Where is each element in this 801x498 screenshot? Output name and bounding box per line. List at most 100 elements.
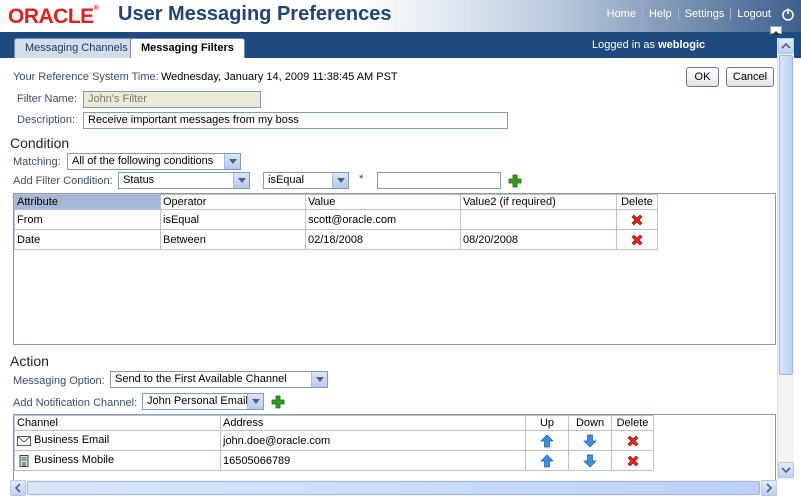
description-input[interactable]: Receive important messages from my boss (83, 112, 508, 129)
ref-time-label: Your Reference System Time: (13, 71, 159, 83)
down-cell (568, 430, 612, 451)
chevron-down-icon (247, 394, 263, 409)
table-row[interactable]: Business Email john.doe@oracle.com (14, 430, 654, 451)
delete-cell (616, 209, 658, 230)
arrow-up-icon[interactable] (540, 454, 554, 468)
arrow-up-icon[interactable] (540, 434, 554, 448)
matching-select[interactable]: All of the following conditions (67, 153, 241, 170)
username: weblogic (658, 39, 706, 51)
scroll-thumb[interactable] (779, 55, 793, 375)
chevron-down-icon (781, 467, 791, 474)
home-link[interactable]: Home (601, 8, 642, 20)
ok-button[interactable]: OK (686, 67, 719, 87)
arrow-down-icon[interactable] (583, 434, 597, 448)
up-cell (525, 430, 569, 451)
collapse-header-button[interactable] (770, 26, 782, 35)
column-header-delete: Delete (611, 415, 654, 431)
column-header-down: Down (568, 415, 612, 431)
chevron-left-icon (14, 483, 21, 493)
channel-cell: Business Email (14, 430, 221, 451)
help-link[interactable]: Help (641, 8, 678, 20)
add-filter-condition-label: Add Filter Condition: (13, 175, 113, 187)
filter-form: Your Reference System Time: Wednesday, J… (0, 58, 777, 480)
app-header: ORACLE® User Messaging Preferences Home … (0, 0, 801, 32)
column-header-channel[interactable]: Channel (14, 415, 221, 431)
attribute-cell: From (14, 209, 161, 230)
mail-icon (17, 435, 31, 446)
delete-icon[interactable] (626, 454, 640, 468)
value-cell: scott@oracle.com (305, 209, 461, 230)
delete-cell (616, 229, 658, 250)
chevron-up-icon (781, 42, 791, 49)
add-notification-channel-label: Add Notification Channel: (13, 397, 138, 409)
delete-cell (611, 450, 654, 471)
channel-cell: Business Mobile (14, 450, 221, 471)
description-label: Description: (17, 114, 76, 126)
ref-time-value: Wednesday, January 14, 2009 11:38:45 AM … (161, 71, 398, 83)
chevron-right-icon (766, 483, 773, 493)
column-header-operator[interactable]: Operator (160, 194, 306, 210)
chevron-down-icon (224, 154, 240, 169)
column-header-value[interactable]: Value (305, 194, 461, 210)
column-header-value2[interactable]: Value2 (if required) (460, 194, 617, 210)
address-cell: 16505066789 (220, 450, 526, 471)
scroll-left-button[interactable] (10, 480, 26, 496)
scroll-thumb[interactable] (27, 481, 760, 495)
power-icon[interactable] (781, 7, 795, 21)
condition-table-panel: Attribute Operator Value Value2 (if requ… (13, 193, 776, 345)
cancel-button[interactable]: Cancel (726, 67, 774, 87)
scroll-down-button[interactable] (778, 462, 794, 478)
delete-icon[interactable] (626, 434, 640, 448)
messaging-option-select[interactable]: Send to the First Available Channel (110, 371, 328, 388)
operator-cell: Between (160, 229, 306, 250)
chevron-down-icon (311, 372, 327, 387)
address-cell: john.doe@oracle.com (220, 430, 526, 451)
tab-messaging-filters[interactable]: Messaging Filters (130, 38, 245, 58)
filter-name-label: Filter Name: (17, 93, 77, 105)
scroll-right-button[interactable] (761, 480, 777, 496)
page-title: User Messaging Preferences (118, 3, 392, 25)
mobile-icon (19, 454, 29, 467)
tab-messaging-channels[interactable]: Messaging Channels (14, 38, 139, 58)
chevron-down-icon (332, 173, 348, 188)
table-row[interactable]: From isEqual scott@oracle.com (14, 209, 658, 230)
logout-link[interactable]: Logout (730, 8, 777, 20)
settings-link[interactable]: Settings (677, 8, 731, 20)
scroll-up-button[interactable] (778, 38, 794, 54)
value2-cell (460, 209, 617, 230)
arrow-down-icon[interactable] (583, 454, 597, 468)
operator-cell: isEqual (160, 209, 306, 230)
delete-cell (611, 430, 654, 451)
condition-value-input[interactable] (377, 172, 501, 189)
vertical-scrollbar[interactable] (777, 38, 794, 480)
add-channel-icon[interactable] (271, 395, 285, 409)
operator-select[interactable]: isEqual (263, 172, 349, 189)
tab-bar: Messaging Channels Messaging Filters Log… (0, 32, 801, 58)
logged-in-status: Logged in as weblogic (592, 39, 706, 51)
channel-table: Channel Address Up Down Delete Business … (14, 415, 654, 471)
delete-icon[interactable] (630, 233, 644, 247)
table-row[interactable]: Date Between 02/18/2008 08/20/2008 (14, 229, 658, 250)
delete-icon[interactable] (630, 213, 644, 227)
column-header-attribute[interactable]: Attribute (14, 194, 161, 210)
up-cell (525, 450, 569, 471)
notification-channel-select[interactable]: John Personal Email (142, 393, 264, 410)
column-header-delete: Delete (616, 194, 658, 210)
condition-table: Attribute Operator Value Value2 (if requ… (14, 194, 658, 250)
column-header-address[interactable]: Address (220, 415, 526, 431)
required-mark: * (359, 173, 364, 185)
messaging-option-label: Messaging Option: (13, 375, 105, 387)
filter-name-input[interactable]: John's Filter (83, 91, 261, 108)
table-row[interactable]: Business Mobile 16505066789 (14, 450, 654, 471)
matching-label: Matching: (13, 156, 61, 168)
chevron-up-icon (772, 31, 780, 35)
condition-heading: Condition (10, 135, 70, 151)
chevron-down-icon (233, 173, 249, 188)
horizontal-scrollbar[interactable] (10, 480, 777, 496)
attribute-select[interactable]: Status (118, 172, 250, 189)
down-cell (568, 450, 612, 471)
add-condition-icon[interactable] (508, 174, 522, 188)
oracle-logo: ORACLE® (8, 5, 99, 28)
value2-cell: 08/20/2008 (460, 229, 617, 250)
column-header-up: Up (525, 415, 569, 431)
